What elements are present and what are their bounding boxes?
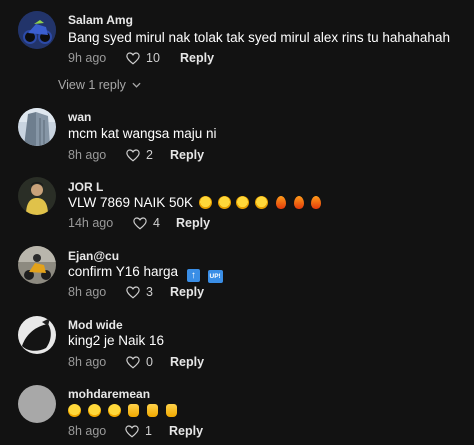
- reply-button[interactable]: Reply: [170, 148, 204, 162]
- avatar[interactable]: [18, 108, 56, 146]
- like-count: 3: [146, 285, 153, 299]
- avatar[interactable]: [18, 385, 56, 423]
- comment-meta: 8h ago 0 Reply: [68, 353, 204, 371]
- comment-text: king2 je Naik 16: [68, 333, 165, 348]
- comment-meta: 9h ago 10 Reply: [68, 49, 214, 67]
- thumbs-up-emoji: [165, 404, 177, 417]
- like-button[interactable]: 0: [126, 355, 170, 369]
- comment-text: Bang syed mirul nak tolak tak syed mirul…: [68, 30, 450, 45]
- rofl-emoji: [236, 196, 250, 209]
- rofl-emoji: [255, 196, 269, 209]
- like-button[interactable]: 10: [126, 51, 180, 65]
- up-arrow-emoji: ↑: [186, 269, 200, 282]
- comment-time: 9h ago: [68, 51, 107, 65]
- like-button[interactable]: 1: [125, 424, 169, 438]
- rofl-emoji: [217, 196, 231, 209]
- heart-icon: [125, 424, 139, 437]
- like-count: 4: [153, 216, 160, 230]
- comment-meta: 8h ago 3 Reply: [68, 283, 204, 301]
- thumbs-up-emoji: [128, 404, 140, 417]
- avatar[interactable]: [18, 316, 56, 354]
- comment-time: 8h ago: [68, 148, 107, 162]
- comment-text: mcm kat wangsa maju ni: [68, 126, 217, 141]
- comment-meta: 14h ago 4 Reply: [68, 214, 210, 232]
- comment-text: VLW 7869 NAIK 50K: [68, 195, 322, 210]
- avatar[interactable]: [18, 11, 56, 49]
- laughing-emoji: [87, 404, 101, 417]
- fire-emoji: [311, 196, 322, 209]
- comment-username[interactable]: Salam Amg: [68, 13, 133, 27]
- comment-time: 14h ago: [68, 216, 114, 230]
- comment-text-content: confirm Y16 harga: [68, 264, 179, 279]
- comment-text-content: VLW 7869 NAIK 50K: [68, 195, 194, 210]
- avatar[interactable]: [18, 246, 56, 284]
- comment-time: 8h ago: [68, 424, 107, 438]
- like-count: 10: [146, 51, 160, 65]
- heart-icon: [133, 216, 147, 229]
- heart-icon: [126, 51, 140, 64]
- comment-username[interactable]: mohdaremean: [68, 387, 150, 401]
- avatar[interactable]: [18, 177, 56, 215]
- comment-username[interactable]: Mod wide: [68, 318, 123, 332]
- comment-text: confirm Y16 harga ↑ UP!: [68, 264, 223, 283]
- like-count: 1: [145, 424, 152, 438]
- fire-emoji: [293, 196, 304, 209]
- comment-time: 8h ago: [68, 285, 107, 299]
- like-button[interactable]: 4: [133, 216, 176, 230]
- reply-button[interactable]: Reply: [180, 51, 214, 65]
- comment-meta: 8h ago 1 Reply: [68, 422, 203, 440]
- comment-time: 8h ago: [68, 355, 107, 369]
- heart-icon: [126, 285, 140, 298]
- like-button[interactable]: 2: [126, 148, 170, 162]
- comment-text: [68, 403, 177, 418]
- reply-button[interactable]: Reply: [170, 355, 204, 369]
- reply-button[interactable]: Reply: [176, 216, 210, 230]
- like-count: 0: [146, 355, 153, 369]
- view-replies-label: View 1 reply: [58, 78, 126, 92]
- fire-emoji: [275, 196, 286, 209]
- rofl-emoji: [198, 196, 212, 209]
- reply-button[interactable]: Reply: [170, 285, 204, 299]
- reply-button[interactable]: Reply: [169, 424, 203, 438]
- heart-icon: [126, 355, 140, 368]
- laughing-emoji: [107, 404, 121, 417]
- laughing-emoji: [68, 404, 81, 417]
- heart-icon: [126, 148, 140, 161]
- comment-username[interactable]: wan: [68, 110, 91, 124]
- up-button-emoji: UP!: [207, 270, 223, 283]
- view-replies-button[interactable]: View 1 reply: [58, 78, 141, 92]
- comment-meta: 8h ago 2 Reply: [68, 146, 204, 164]
- comment-username[interactable]: Ejan@cu: [68, 249, 119, 263]
- thumbs-up-emoji: [147, 404, 159, 417]
- comment-username[interactable]: JOR L: [68, 180, 103, 194]
- like-button[interactable]: 3: [126, 285, 170, 299]
- chevron-down-icon: [132, 82, 141, 88]
- like-count: 2: [146, 148, 153, 162]
